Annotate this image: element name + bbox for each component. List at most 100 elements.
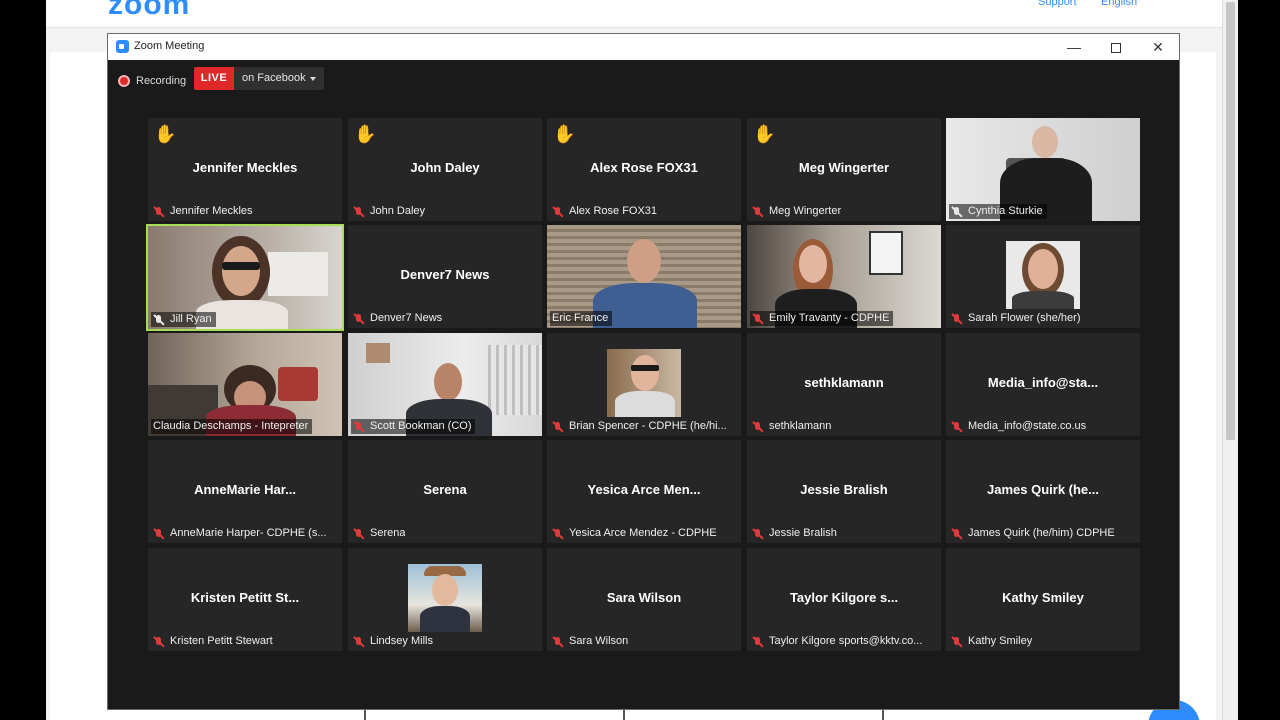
chevron-down-icon <box>310 77 316 81</box>
participant-tile[interactable]: AnneMarie Har... AnneMarie Harper- CDPHE… <box>148 440 342 543</box>
participant-label-text: Alex Rose FOX31 <box>569 205 658 217</box>
participant-name: James Quirk (he... <box>987 482 1099 497</box>
participant-tile[interactable]: James Quirk (he... James Quirk (he/him) … <box>946 440 1140 543</box>
person-body <box>615 391 675 417</box>
participant-video-tile[interactable]: Sarah Flower (she/her) <box>946 225 1140 328</box>
participant-tile[interactable]: Denver7 News Denver7 News <box>348 225 542 328</box>
wall-art <box>366 343 390 363</box>
participant-label-text: Kathy Smiley <box>968 635 1033 647</box>
participant-name: AnneMarie Har... <box>194 482 296 497</box>
raised-hand-icon: ✋ <box>154 124 177 144</box>
participant-label-text: sethklamann <box>769 420 832 432</box>
participant-tile[interactable]: ✋ Meg Wingerter Meg Wingerter <box>747 118 941 221</box>
person-head <box>222 246 260 296</box>
person-head <box>631 355 659 391</box>
participant-label: Taylor Kilgore sports@kktv.co... <box>750 634 926 649</box>
chair <box>278 367 318 401</box>
participant-label-text: Lindsey Mills <box>370 635 433 647</box>
participant-video-tile[interactable]: Cynthia Sturkie <box>946 118 1140 221</box>
active-speaker-tile[interactable]: Jill Ryan <box>146 224 344 331</box>
participant-tile[interactable]: Sara Wilson Sara Wilson <box>547 548 741 651</box>
participant-tile[interactable]: ✋ Alex Rose FOX31 Alex Rose FOX31 <box>547 118 741 221</box>
maximize-button[interactable] <box>1096 36 1136 58</box>
participant-name: Meg Wingerter <box>798 160 890 175</box>
support-link[interactable]: Support <box>1038 0 1077 8</box>
participant-tile[interactable]: ✋ John Daley John Daley <box>348 118 542 221</box>
page-scrollbar[interactable] <box>1222 0 1238 720</box>
participant-label-text: Media_info@state.co.us <box>968 420 1087 432</box>
participant-tile[interactable]: Kathy Smiley Kathy Smiley <box>946 548 1140 651</box>
person-head <box>1032 126 1058 158</box>
raised-hand-icon: ✋ <box>354 124 377 144</box>
participant-name: Kristen Petitt St... <box>190 590 300 605</box>
mic-icon <box>153 314 165 326</box>
live-destination-dropdown[interactable]: on Facebook <box>234 67 324 90</box>
participant-label-text: Scott Bookman (CO) <box>370 420 472 432</box>
participant-label: James Quirk (he/him) CDPHE <box>949 526 1119 541</box>
participant-name: Alex Rose FOX31 <box>590 160 698 175</box>
muted-mic-icon <box>153 206 165 218</box>
participant-label: Sarah Flower (she/her) <box>949 311 1085 326</box>
close-button[interactable]: ✕ <box>1138 36 1178 58</box>
zoom-logo[interactable]: zoom <box>108 0 190 22</box>
participant-video-tile[interactable]: Brian Spencer - CDPHE (he/hi... <box>547 333 741 436</box>
participant-label-text: Yesica Arce Mendez - CDPHE <box>569 527 717 539</box>
muted-mic-icon <box>951 636 963 648</box>
participant-video-tile[interactable]: Emily Travanty - CDPHE <box>747 225 941 328</box>
participant-label-text: Jennifer Meckles <box>170 205 253 217</box>
recording-label: Recording <box>136 75 187 87</box>
participant-label: Sara Wilson <box>550 634 632 649</box>
participant-tile[interactable]: sethklamann sethklamann <box>747 333 941 436</box>
participant-tile[interactable]: Kristen Petitt St... Kristen Petitt Stew… <box>148 548 342 651</box>
glasses <box>631 365 659 371</box>
muted-mic-icon <box>552 421 564 433</box>
muted-mic-icon <box>951 528 963 540</box>
record-icon <box>118 75 130 87</box>
participant-label-text: Serena <box>370 527 406 539</box>
participant-video-tile[interactable]: Scott Bookman (CO) <box>348 333 542 436</box>
window-titlebar: Zoom Meeting — ✕ <box>108 34 1179 60</box>
raised-hand-icon: ✋ <box>753 124 776 144</box>
participant-name: Jennifer Meckles <box>192 160 298 175</box>
participant-label-text: Taylor Kilgore sports@kktv.co... <box>769 635 923 647</box>
participant-label-text: Cynthia Sturkie <box>968 205 1043 217</box>
participant-name: Yesica Arce Men... <box>587 482 701 497</box>
muted-mic-icon <box>353 206 365 218</box>
glasses <box>222 262 260 270</box>
scrollbar-thumb[interactable] <box>1226 2 1235 440</box>
participant-tile[interactable]: Serena Serena <box>348 440 542 543</box>
participant-name: Media_info@sta... <box>987 375 1099 390</box>
language-link[interactable]: English <box>1101 0 1137 8</box>
participant-tile[interactable]: ✋ Jennifer Meckles Jennifer Meckles <box>148 118 342 221</box>
site-header: zoom Support English <box>46 0 1222 28</box>
mic-icon <box>951 206 963 218</box>
participant-tile[interactable]: Media_info@sta... Media_info@state.co.us <box>946 333 1140 436</box>
muted-mic-icon <box>153 528 165 540</box>
person-head <box>627 239 661 283</box>
participant-video-tile[interactable]: Claudia Deschamps - Intepreter <box>148 333 342 436</box>
minimize-button[interactable]: — <box>1054 36 1094 58</box>
participant-name: Taylor Kilgore s... <box>789 590 899 605</box>
participant-name: Kathy Smiley <box>1002 590 1084 605</box>
participant-label: Lindsey Mills <box>351 634 437 649</box>
muted-mic-icon <box>752 313 764 325</box>
participant-label-text: Claudia Deschamps - Intepreter <box>153 420 309 432</box>
participant-name: Jessie Bralish <box>800 482 888 497</box>
recording-indicator[interactable]: Recording <box>118 71 186 91</box>
maximize-icon <box>1111 43 1121 54</box>
participant-video-tile[interactable]: Eric France <box>547 225 741 328</box>
muted-mic-icon <box>951 313 963 325</box>
participant-video-tile[interactable]: Lindsey Mills <box>348 548 542 651</box>
participant-tile[interactable]: Taylor Kilgore s... Taylor Kilgore sport… <box>747 548 941 651</box>
participant-label-text: Sarah Flower (she/her) <box>968 312 1081 324</box>
wall-art <box>268 252 328 296</box>
participant-tile[interactable]: Jessie Bralish Jessie Bralish <box>747 440 941 543</box>
participant-label: AnneMarie Harper- CDPHE (s... <box>151 526 331 541</box>
participant-label-text: Meg Wingerter <box>769 205 842 217</box>
live-badge[interactable]: LIVE <box>194 67 234 90</box>
participant-tile[interactable]: Yesica Arce Men... Yesica Arce Mendez - … <box>547 440 741 543</box>
muted-mic-icon <box>552 528 564 540</box>
muted-mic-icon <box>353 313 365 325</box>
person-body <box>420 606 470 632</box>
participant-label-text: James Quirk (he/him) CDPHE <box>968 527 1115 539</box>
